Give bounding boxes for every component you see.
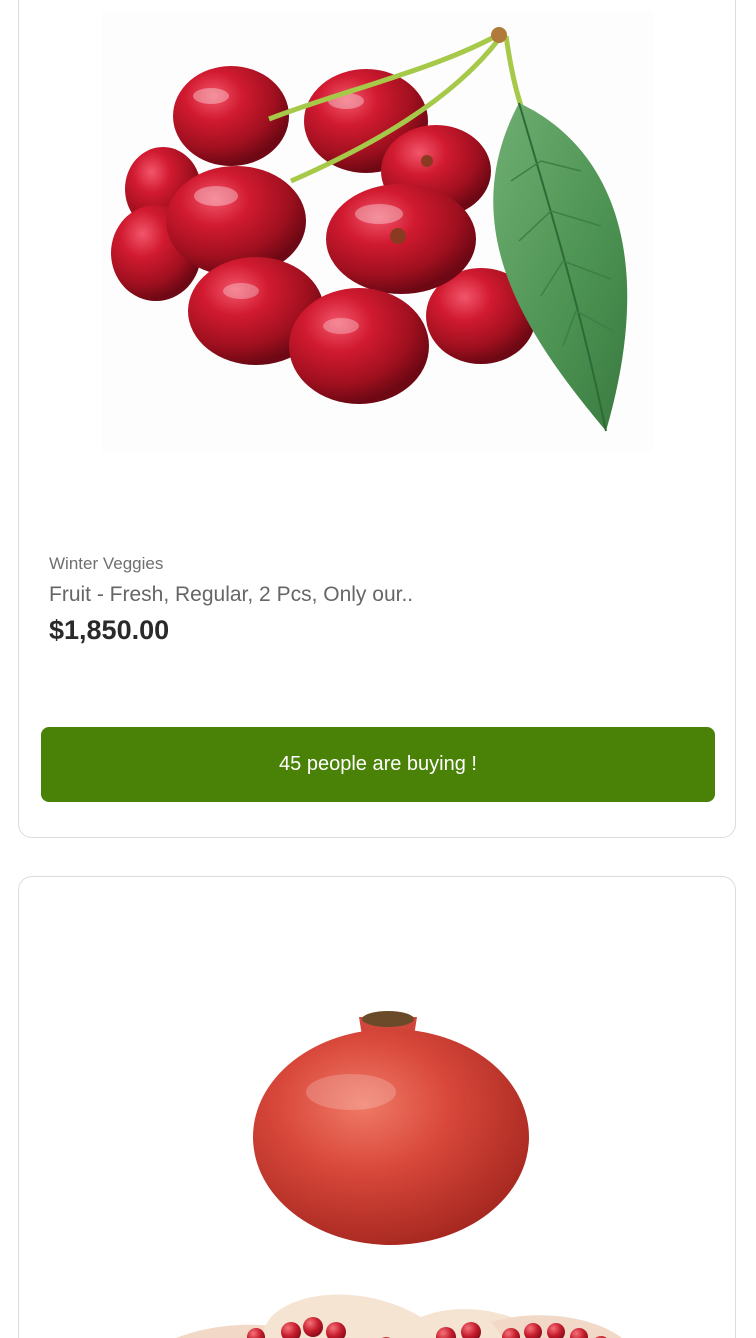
product-feed: Winter Veggies Fruit - Fresh, Regular, 2… [0,0,756,1338]
product-price: $1,850.00 [49,615,170,645]
pomegranate-illustration [101,987,653,1338]
cherries-illustration [101,11,653,451]
product-category: Winter Veggies [49,554,164,573]
people-buying-button[interactable]: 45 people are buying ! [41,727,715,802]
product-card[interactable]: Winter Veggies Fruit - Fresh, Regular, 2… [18,0,736,838]
product-title[interactable]: Fruit - Fresh, Regular, 2 Pcs, Only our.… [49,583,413,607]
product-card[interactable] [18,876,736,1338]
cherries-image[interactable] [101,11,653,451]
pomegranate-image[interactable] [101,987,653,1338]
